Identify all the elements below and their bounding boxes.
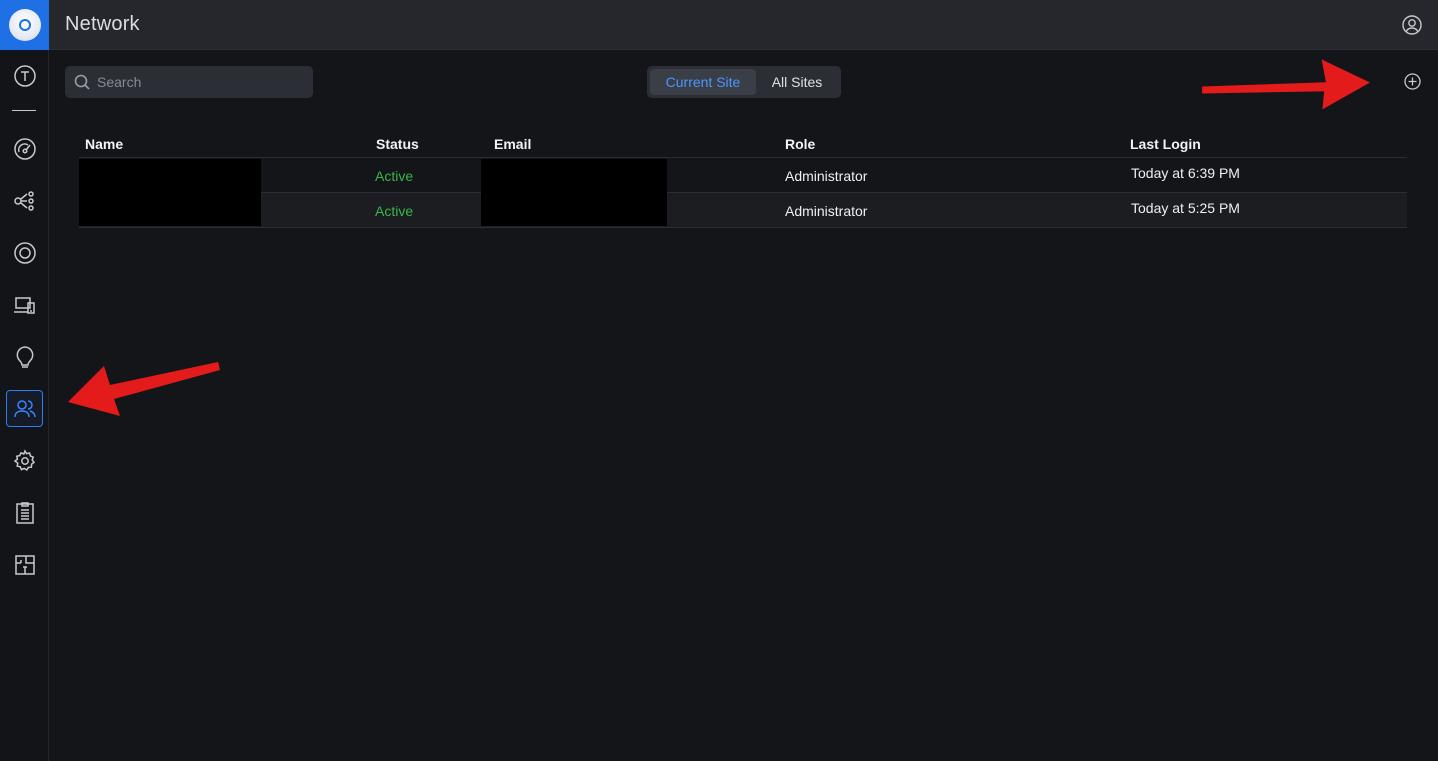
letter-t-circle-icon xyxy=(13,64,36,87)
sidebar-item-clients[interactable] xyxy=(6,286,43,323)
column-header-status[interactable]: Status xyxy=(376,136,419,152)
sidebar-item-floorplan[interactable] xyxy=(6,546,43,583)
admins-table: Name Status Email Role Last Login Active… xyxy=(79,130,1407,228)
logo-disc-icon xyxy=(8,9,41,41)
table-header: Name Status Email Role Last Login xyxy=(79,130,1407,158)
sidebar-item-topology[interactable] xyxy=(6,57,43,94)
cell-status: Active xyxy=(375,168,414,184)
table-row[interactable]: Active Administrator Today at 6:39 PM xyxy=(79,158,1407,193)
redacted-email-block xyxy=(481,159,667,226)
target-circle-icon xyxy=(13,241,36,264)
plus-circle-icon xyxy=(1404,73,1421,90)
cell-last-login: Today at 5:25 PM xyxy=(1131,200,1240,216)
site-scope-toggle: Current Site All Sites xyxy=(647,66,841,98)
sidebar-item-logs[interactable] xyxy=(6,494,43,531)
app-window: Network Current Site All Sites Name Stat… xyxy=(0,0,1438,761)
redacted-name-block xyxy=(79,159,261,226)
gear-icon xyxy=(13,448,35,471)
sidebar-item-devices[interactable] xyxy=(6,234,43,271)
cell-role: Administrator xyxy=(785,168,868,184)
top-header: Network xyxy=(49,0,1438,50)
search-input[interactable] xyxy=(97,74,297,90)
search-box[interactable] xyxy=(65,66,313,98)
sidebar xyxy=(0,0,49,761)
gauge-icon xyxy=(13,137,36,160)
devices-icon xyxy=(13,296,35,314)
lightbulb-icon xyxy=(16,345,33,368)
topology-icon xyxy=(13,190,34,211)
annotation-arrow-right xyxy=(1202,59,1370,110)
cell-status: Active xyxy=(375,203,414,219)
sidebar-item-admins[interactable] xyxy=(6,390,43,427)
column-header-role[interactable]: Role xyxy=(785,136,815,152)
user-account-icon[interactable] xyxy=(1402,15,1422,35)
clipboard-list-icon xyxy=(15,501,34,524)
sidebar-item-insights[interactable] xyxy=(6,338,43,375)
column-header-last-login[interactable]: Last Login xyxy=(1130,136,1201,152)
sidebar-item-topology-map[interactable] xyxy=(6,182,43,219)
cell-last-login: Today at 6:39 PM xyxy=(1131,165,1240,181)
search-icon xyxy=(74,74,90,90)
page-title: Network xyxy=(65,13,140,35)
users-icon xyxy=(13,399,36,417)
add-admin-button[interactable] xyxy=(1404,73,1421,90)
tab-all-sites[interactable]: All Sites xyxy=(756,69,838,95)
tab-current-site[interactable]: Current Site xyxy=(650,69,756,95)
sidebar-divider xyxy=(12,110,36,111)
sidebar-item-settings[interactable] xyxy=(6,442,43,479)
cell-role: Administrator xyxy=(785,203,868,219)
sidebar-item-dashboard[interactable] xyxy=(6,130,43,167)
floorplan-icon xyxy=(14,554,35,575)
column-header-email[interactable]: Email xyxy=(494,136,531,152)
column-header-name[interactable]: Name xyxy=(85,136,123,152)
annotation-arrow-left xyxy=(68,362,220,416)
app-logo[interactable] xyxy=(0,0,49,50)
table-row[interactable]: Active Administrator Today at 5:25 PM xyxy=(79,193,1407,228)
